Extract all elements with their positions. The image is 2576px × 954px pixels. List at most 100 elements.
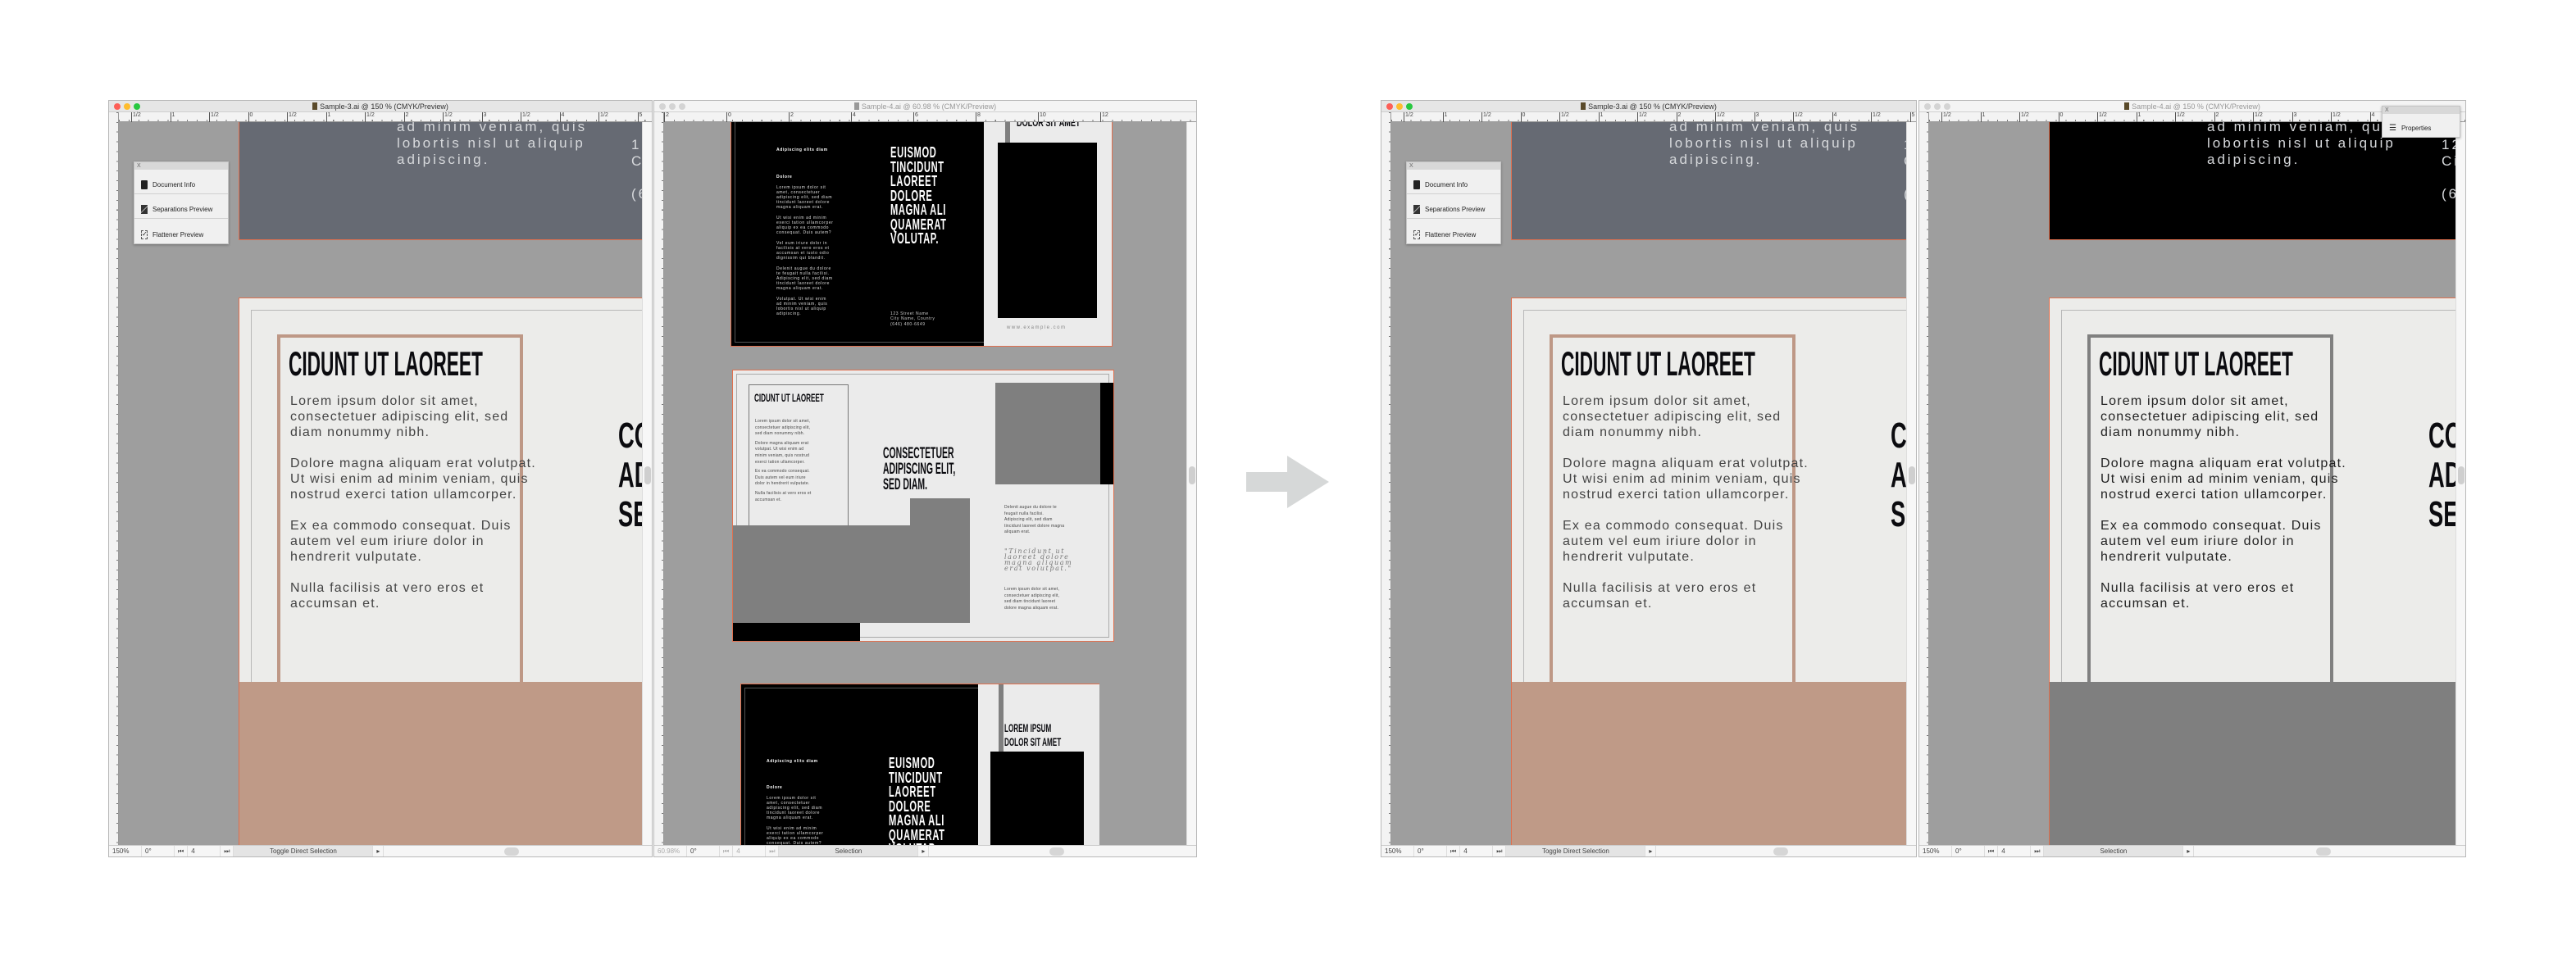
- ruler-label: 1/2: [2331, 112, 2341, 122]
- first-artboard-icon[interactable]: ⏮: [1447, 845, 1461, 856]
- frame-body: Lorem ipsum dolor sit amet, consectetuer…: [755, 419, 811, 503]
- last-artboard-icon[interactable]: ⏭: [2031, 845, 2045, 856]
- spread-front[interactable]: DOLOR SIT AMET www.example.com Adipiscin…: [730, 122, 1113, 347]
- panel-close-button[interactable]: X: [134, 162, 228, 170]
- spread-inside[interactable]: CIDUNT UT LAOREET Lorem ipsum dolor sit …: [732, 370, 1114, 642]
- column-text: Lorem ipsum dolor sit amet, consectetuer…: [776, 185, 833, 316]
- artboard-select[interactable]: 4: [188, 845, 221, 856]
- scroll-thumb[interactable]: [1909, 466, 1915, 484]
- window-title: Sample-3.ai @ 150 % (CMYK/Preview): [320, 102, 448, 111]
- last-artboard-icon[interactable]: ⏭: [1493, 845, 1507, 856]
- vertical-ruler[interactable]: [1381, 112, 1391, 845]
- zoom-level-select[interactable]: 150%: [109, 845, 142, 856]
- scroll-thumb[interactable]: [644, 466, 651, 484]
- artboard-select[interactable]: 4: [1998, 845, 2032, 856]
- close-window-button[interactable]: [659, 103, 666, 110]
- current-tool-status[interactable]: Toggle Direct Selection: [1506, 845, 1646, 856]
- vertical-scrollbar[interactable]: [1186, 122, 1196, 845]
- current-tool-status[interactable]: Selection: [2044, 845, 2184, 856]
- side-heading-line: ADI: [2428, 455, 2455, 495]
- panel-close-button[interactable]: X: [2383, 107, 2460, 114]
- cover-panel: LOREM IPSUM DOLOR SIT AMET: [978, 684, 1099, 845]
- rotation-select[interactable]: 0°: [1952, 845, 1985, 856]
- current-tool-status[interactable]: Selection: [779, 845, 919, 856]
- scroll-thumb[interactable]: [1049, 847, 1064, 856]
- horizontal-ruler[interactable]: 1/2 1 1/2 0 1/2 1 1/2 2 1/2 3 1/2 4 1/2 5: [1391, 112, 1916, 122]
- horizontal-scrollbar[interactable]: [1656, 846, 1916, 857]
- horizontal-scrollbar[interactable]: [2194, 846, 2465, 857]
- horizontal-ruler[interactable]: 2 0 2 4 6 8 10 12: [664, 112, 1196, 122]
- scroll-thumb[interactable]: [1189, 466, 1195, 484]
- artboard-select[interactable]: 4: [733, 845, 767, 856]
- first-artboard-icon[interactable]: ⏮: [720, 845, 734, 856]
- zoom-window-button[interactable]: [1944, 103, 1950, 110]
- panel-separations-preview[interactable]: Separations Preview: [1407, 194, 1500, 219]
- ruler-label: 0: [248, 112, 253, 122]
- current-tool-status[interactable]: Toggle Direct Selection: [234, 845, 374, 856]
- zoom-level-select[interactable]: 150%: [1381, 845, 1414, 856]
- vertical-scrollbar[interactable]: [642, 122, 652, 845]
- vertical-ruler[interactable]: [654, 112, 664, 845]
- vertical-scrollbar[interactable]: [1906, 122, 1916, 845]
- last-artboard-icon[interactable]: ⏭: [221, 845, 234, 856]
- first-artboard-icon[interactable]: ⏮: [1985, 845, 1999, 856]
- paragraph: Ut wisi enim ad minim exerci tation ulla…: [767, 826, 824, 845]
- minimize-window-button[interactable]: [1396, 103, 1403, 110]
- close-window-button[interactable]: [1924, 103, 1931, 110]
- close-window-button[interactable]: [114, 103, 121, 110]
- spread-back[interactable]: LOREM IPSUM DOLOR SIT AMET Adipiscing el…: [740, 684, 1099, 845]
- status-menu-icon[interactable]: ▸: [918, 845, 930, 856]
- scroll-thumb[interactable]: [2316, 847, 2332, 856]
- panel-close-button[interactable]: X: [1407, 162, 1500, 170]
- panel-separations-preview[interactable]: Separations Preview: [134, 194, 228, 219]
- artboard-select[interactable]: 4: [1460, 845, 1494, 856]
- document-window: Sample-3.ai @ 150 % (CMYK/Preview) 1/2 1 1…: [108, 100, 653, 857]
- properties-panel-dock: X ☰ Properties: [2382, 106, 2460, 138]
- zoom-window-button[interactable]: [1406, 103, 1413, 110]
- rotation-select[interactable]: 0°: [1414, 845, 1447, 856]
- first-artboard-icon[interactable]: ⏮: [175, 845, 189, 856]
- zoom-level-select[interactable]: 60.98%: [654, 845, 687, 856]
- collapsed-panel-dock: X Document Info Separations Preview ✓ Fla…: [1406, 161, 1501, 244]
- zoom-window-button[interactable]: [134, 103, 140, 110]
- artboard-canvas[interactable]: ad minim veniam, quis lobortis nisl ut a…: [119, 122, 642, 845]
- rotation-select[interactable]: 0°: [142, 845, 175, 856]
- ruler-label: 6: [913, 112, 918, 122]
- minimize-window-button[interactable]: [124, 103, 130, 110]
- panel-document-info[interactable]: Document Info: [134, 170, 228, 194]
- horizontal-scrollbar[interactable]: [384, 846, 652, 857]
- scroll-thumb[interactable]: [2458, 466, 2464, 484]
- top-page-text: ad minim veniam, quis lobortis nisl ut a…: [2207, 122, 2398, 167]
- status-menu-icon[interactable]: ▸: [2183, 845, 2195, 856]
- title-bar[interactable]: Sample-3.ai @ 150 % (CMYK/Preview): [1381, 101, 1916, 112]
- panel-flattener-preview[interactable]: ✓ Flattener Preview: [134, 219, 228, 243]
- rotation-select[interactable]: 0°: [687, 845, 720, 856]
- horizontal-ruler[interactable]: 1/2 1 1/2 0 1/2 1 1/2 2 1/2 3 1/2 4 1/2 5: [119, 112, 652, 122]
- ruler-label: 1/2: [1871, 112, 1881, 122]
- scroll-thumb[interactable]: [1773, 847, 1788, 856]
- minimize-window-button[interactable]: [1934, 103, 1941, 110]
- panel-flattener-preview[interactable]: ✓ Flattener Preview: [1407, 219, 1500, 243]
- kicker: Adipiscing elits diam: [776, 148, 828, 152]
- window-controls: [659, 103, 685, 110]
- status-menu-icon[interactable]: ▸: [1645, 845, 1657, 856]
- zoom-window-button[interactable]: [679, 103, 685, 110]
- vertical-ruler[interactable]: [109, 112, 119, 845]
- status-menu-icon[interactable]: ▸: [373, 845, 385, 856]
- minimize-window-button[interactable]: [669, 103, 676, 110]
- horizontal-scrollbar[interactable]: [929, 846, 1196, 857]
- artboard-canvas[interactable]: ad minim veniam, quis lobortis nisl ut a…: [1391, 122, 1906, 845]
- top-page: ad minim veniam, quis lobortis nisl ut a…: [1511, 122, 1906, 240]
- panel-document-info[interactable]: Document Info: [1407, 170, 1500, 194]
- artboard-canvas[interactable]: ad minim veniam, quis lobortis nisl ut a…: [1929, 122, 2455, 845]
- vertical-scrollbar[interactable]: [2455, 122, 2465, 845]
- zoom-level-select[interactable]: 150%: [1919, 845, 1952, 856]
- title-bar[interactable]: Sample-3.ai @ 150 % (CMYK/Preview): [109, 101, 652, 112]
- vertical-ruler[interactable]: [1919, 112, 1929, 845]
- scroll-thumb[interactable]: [504, 847, 520, 856]
- last-artboard-icon[interactable]: ⏭: [766, 845, 780, 856]
- panel-properties[interactable]: ☰ Properties: [2383, 114, 2460, 137]
- artboard-canvas[interactable]: DOLOR SIT AMET www.example.com Adipiscin…: [664, 122, 1186, 845]
- title-bar[interactable]: Sample-4.ai @ 60.98 % (CMYK/Preview): [654, 101, 1196, 112]
- close-window-button[interactable]: [1386, 103, 1393, 110]
